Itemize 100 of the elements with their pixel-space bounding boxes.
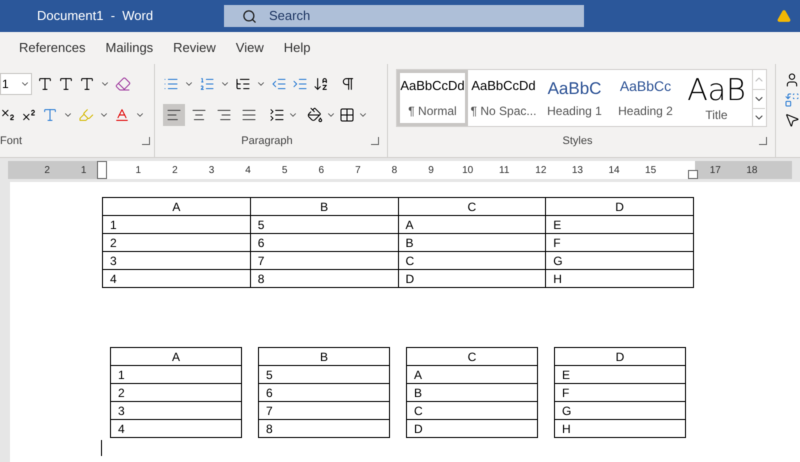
ribbon-tab[interactable]: Review bbox=[166, 32, 223, 64]
table-cell: G bbox=[546, 252, 694, 270]
table-cell: 8 bbox=[258, 420, 390, 438]
table-cell: 7 bbox=[258, 402, 390, 420]
ribbon-tab[interactable]: References bbox=[12, 32, 92, 64]
table-cell: D bbox=[406, 420, 538, 438]
text-cursor bbox=[101, 440, 102, 456]
table-cell: 6 bbox=[258, 384, 390, 402]
sort-icon[interactable] bbox=[312, 76, 329, 92]
table-cell: H bbox=[554, 420, 686, 438]
table-cell: B bbox=[398, 234, 546, 252]
ruler-number: 18 bbox=[745, 164, 758, 178]
style-item[interactable]: AaBbCcDd ¶ No Spac... bbox=[468, 70, 539, 126]
ruler-number: 3 bbox=[208, 164, 216, 178]
borders-icon[interactable] bbox=[338, 107, 355, 123]
style-item[interactable]: AaB Title bbox=[681, 70, 752, 126]
ribbon-tab[interactable]: Mailings bbox=[98, 32, 160, 64]
align-center-icon bbox=[190, 107, 207, 123]
table-cell: E bbox=[554, 366, 686, 384]
table-cell: F bbox=[554, 384, 686, 402]
replace-icon[interactable] bbox=[784, 92, 800, 108]
font-size-field[interactable]: 1 bbox=[0, 73, 32, 95]
multilevel-list-icon[interactable] bbox=[234, 76, 251, 92]
ruler-number: 2 bbox=[171, 164, 179, 178]
column-header: A bbox=[102, 198, 250, 216]
search-placeholder: Search bbox=[269, 7, 310, 26]
table-cell: 4 bbox=[102, 270, 250, 288]
column-header: A bbox=[110, 348, 242, 366]
table-cell: 6 bbox=[250, 234, 398, 252]
align-left-button[interactable] bbox=[162, 104, 185, 126]
table-cell: 5 bbox=[258, 366, 390, 384]
ruler-number: 11 bbox=[498, 164, 510, 178]
ruler-number: 12 bbox=[534, 164, 548, 178]
ruler-number: 2 bbox=[43, 164, 51, 178]
table-cell: B bbox=[406, 384, 538, 402]
column-header: C bbox=[406, 348, 538, 366]
column-header: C bbox=[398, 198, 546, 216]
ruler-number: 1 bbox=[80, 164, 88, 178]
ruler-number: 5 bbox=[280, 164, 288, 178]
table-cell: 1 bbox=[102, 216, 250, 234]
decrease-indent-icon[interactable] bbox=[270, 76, 287, 92]
table-cell: A bbox=[398, 216, 546, 234]
line-spacing-icon[interactable] bbox=[268, 107, 285, 123]
table-cell: C bbox=[406, 402, 538, 420]
style-item[interactable]: AaBbC Heading 1 bbox=[539, 70, 610, 126]
table-cell: E bbox=[546, 216, 694, 234]
superscript-icon[interactable] bbox=[21, 107, 37, 123]
numbering-icon[interactable] bbox=[198, 76, 215, 92]
align-right-icon bbox=[216, 107, 232, 123]
ruler-number: 13 bbox=[570, 164, 584, 178]
table-cell: 3 bbox=[102, 252, 250, 270]
dialog-launcher-icon[interactable] bbox=[370, 136, 379, 145]
table-cell: H bbox=[546, 270, 694, 288]
column-header: D bbox=[554, 348, 686, 366]
ruler-number: 6 bbox=[317, 164, 326, 178]
increase-indent-icon[interactable] bbox=[292, 76, 308, 92]
window-title: Document1 - Word bbox=[37, 7, 154, 26]
table-cell: 2 bbox=[110, 384, 242, 402]
ruler-number: 9 bbox=[427, 164, 435, 178]
search-icon bbox=[242, 8, 257, 24]
table-cell: 8 bbox=[250, 270, 398, 288]
person-icon[interactable] bbox=[784, 72, 800, 88]
style-item[interactable]: AaBbCcDd ¶ Normal bbox=[397, 70, 468, 126]
ruler-number: 1 bbox=[134, 164, 142, 178]
warning-icon[interactable] bbox=[777, 9, 791, 23]
table-cell: F bbox=[546, 234, 694, 252]
search-field[interactable]: Search bbox=[224, 5, 584, 27]
align-left-icon bbox=[166, 107, 182, 123]
column-header: B bbox=[250, 198, 398, 216]
ruler-number: 7 bbox=[354, 164, 362, 178]
dialog-launcher-icon[interactable] bbox=[142, 136, 150, 145]
ruler-number: 8 bbox=[390, 164, 398, 178]
column-header: D bbox=[546, 198, 694, 216]
group-label: Font bbox=[0, 134, 22, 148]
ruler-number: 17 bbox=[708, 164, 722, 178]
ribbon-tab[interactable]: View bbox=[228, 32, 271, 64]
shading-icon[interactable] bbox=[306, 107, 323, 123]
table-cell: 4 bbox=[110, 420, 242, 438]
clear-formatting-icon[interactable] bbox=[115, 76, 131, 92]
dialog-launcher-icon[interactable] bbox=[759, 136, 767, 145]
indent-marker-icon[interactable] bbox=[688, 170, 698, 179]
table-cell: 1 bbox=[110, 366, 242, 384]
table-cell: 5 bbox=[250, 216, 398, 234]
table-cell: C bbox=[398, 252, 546, 270]
indent-marker-icon[interactable] bbox=[97, 161, 107, 179]
table-cell: 3 bbox=[110, 402, 242, 420]
table-cell: G bbox=[554, 402, 686, 420]
pointer-icon[interactable] bbox=[784, 112, 800, 128]
table-cell: 7 bbox=[250, 252, 398, 270]
font-color-icon[interactable] bbox=[114, 107, 130, 123]
table-cell: 2 bbox=[102, 234, 250, 252]
group-label: Paragraph bbox=[241, 134, 293, 148]
ruler-number: 15 bbox=[644, 164, 658, 178]
table-cell: D bbox=[398, 270, 546, 288]
ruler-number: 10 bbox=[461, 164, 474, 178]
subscript-icon[interactable] bbox=[0, 107, 16, 123]
column-header: B bbox=[258, 348, 390, 366]
ribbon-tab[interactable]: Help bbox=[276, 32, 318, 64]
table-cell: A bbox=[406, 366, 538, 384]
style-item[interactable]: AaBbCc Heading 2 bbox=[610, 70, 681, 126]
